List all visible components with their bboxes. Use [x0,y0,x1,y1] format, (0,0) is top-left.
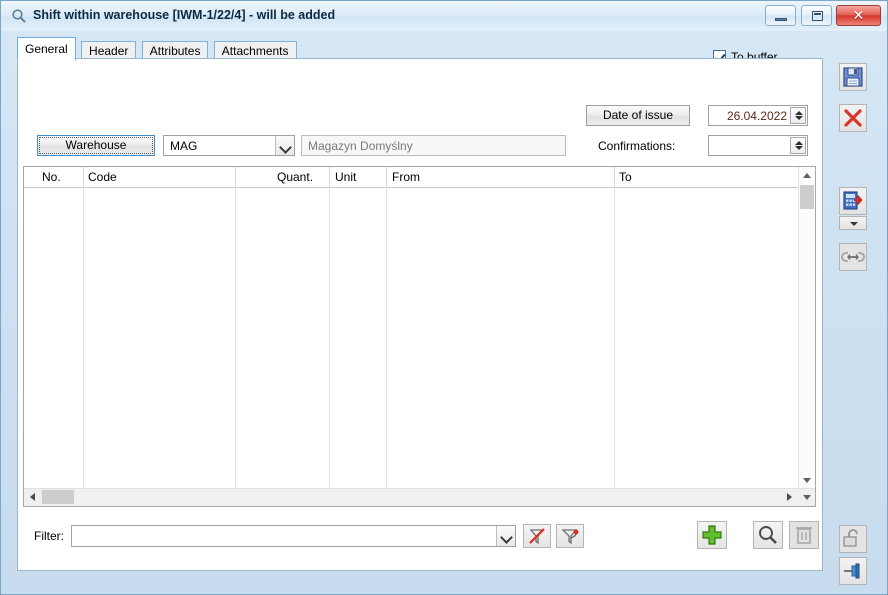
magnifier-icon [11,8,27,24]
column-divider[interactable] [614,167,615,187]
confirmations-spinner[interactable] [790,137,806,154]
column-divider[interactable] [83,167,84,187]
unlock-button [839,525,867,553]
scroll-down-icon[interactable] [799,472,815,489]
clear-filter-button[interactable] [523,524,551,548]
grid-column-quant[interactable]: Quant. [277,170,313,185]
save-icon [843,67,863,87]
grid-header-row: No. Code Quant. Unit From To [24,167,815,188]
date-spinner[interactable] [790,107,806,124]
application-window: Shift within warehouse [IWM-1/22/4] - wi… [0,0,888,595]
confirmations-input[interactable] [708,135,808,156]
window-title: Shift within warehouse [IWM-1/22/4] - wi… [33,8,336,22]
grid-gridline [329,187,330,489]
grid-gridline [83,187,84,489]
date-of-issue-value: 26.04.2022 [726,109,787,123]
filter-label: Filter: [34,529,64,543]
grid-column-no[interactable]: No. [42,170,61,185]
build-filter-button[interactable] [556,524,584,548]
delete-row-button [789,521,819,549]
cancel-button[interactable] [839,104,867,132]
grid-vertical-scrollbar[interactable] [798,167,815,489]
save-button[interactable] [839,63,867,91]
magnifier-icon [759,526,777,544]
date-of-issue-input[interactable]: 26.04.2022 [708,105,808,126]
add-row-button[interactable] [697,521,727,549]
warehouse-code-combo[interactable]: MAG [163,135,295,156]
padlock-open-icon [843,529,858,547]
grid-column-unit[interactable]: Unit [335,170,356,185]
filter-wizard-icon [561,529,579,545]
clear-filter-icon [529,528,545,545]
warehouse-button[interactable]: Warehouse [37,135,155,156]
caption-buttons: ✕ [764,5,881,27]
title-bar: Shift within warehouse [IWM-1/22/4] - wi… [1,1,887,31]
vertical-scroll-thumb[interactable] [800,185,814,209]
column-divider[interactable] [386,167,387,187]
grid-gridline [386,187,387,489]
scroll-left-icon[interactable] [24,489,41,505]
grid-column-code[interactable]: Code [88,170,117,185]
chevron-down-icon[interactable] [275,136,294,155]
pin-button[interactable] [839,557,867,585]
confirmations-label: Confirmations: [598,139,676,153]
tab-general[interactable]: General [17,37,76,61]
close-x-icon [844,109,862,127]
chevron-down-icon [850,222,858,226]
search-button[interactable] [753,521,783,549]
trash-icon [796,527,812,544]
maximize-button[interactable] [800,5,832,26]
warehouse-name-value: Magazyn Domyślny [308,139,413,153]
column-divider[interactable] [235,167,236,187]
column-divider[interactable] [329,167,330,187]
calculator-export-icon [843,191,863,210]
minimize-button[interactable] [765,5,797,26]
grid-horizontal-scrollbar[interactable] [24,488,815,506]
scroll-up-icon[interactable] [799,167,815,184]
items-grid: No. Code Quant. Unit From To [23,166,816,507]
filter-chevron-down-icon[interactable] [496,526,515,546]
grid-gridline [235,187,236,489]
tab-strip: General Header Attributes Attachments [17,37,299,61]
scroll-right-icon[interactable] [781,489,798,505]
warehouse-code-value: MAG [170,139,198,153]
close-icon: ✕ [852,7,865,23]
focus-ring [39,137,153,154]
grid-gridline [614,187,615,489]
pin-icon [844,563,860,579]
warehouse-name-field: Magazyn Domyślny [301,135,566,156]
grid-column-to[interactable]: To [619,170,632,185]
scroll-corner[interactable] [799,489,815,505]
date-of-issue-button[interactable]: Date of issue [586,105,690,126]
grid-body[interactable] [24,187,799,489]
close-window-button[interactable]: ✕ [836,5,881,26]
link-icon [841,252,865,262]
calculate-menu-button[interactable] [839,216,867,230]
plus-icon [702,525,722,545]
filter-input[interactable] [71,525,516,547]
link-button [839,243,867,271]
grid-column-from[interactable]: From [392,170,420,185]
calculate-button[interactable] [839,187,867,215]
horizontal-scroll-thumb[interactable] [42,490,74,504]
